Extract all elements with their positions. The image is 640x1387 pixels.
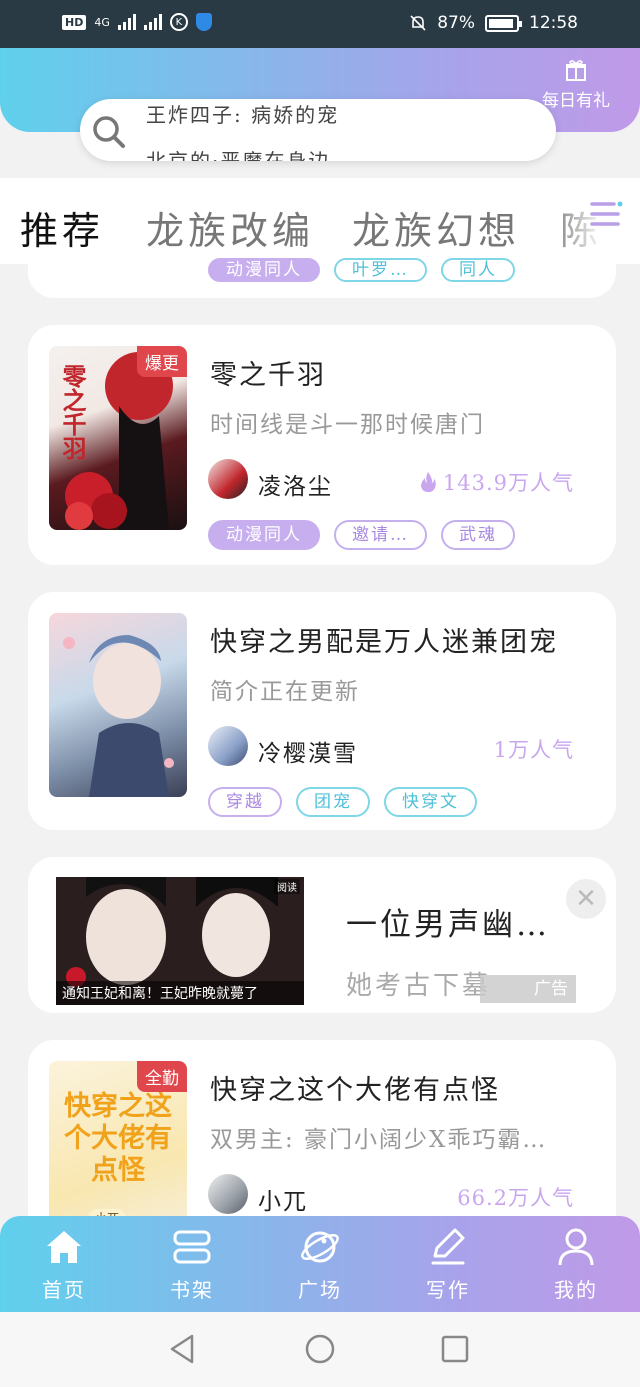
cover-title: 零之千羽 <box>58 364 87 460</box>
nav-plaza-label: 广场 <box>298 1278 342 1302</box>
daily-gift-button[interactable]: 每日有礼 <box>528 58 624 111</box>
search-icon <box>93 116 125 148</box>
status-bar: HD 4G K 87% 12:58 <box>0 0 640 48</box>
ad-card[interactable]: 阅读 通知王妃和离！王妃昨晚就薨了 一位男声幽… 她考古下墓 ✕ 广告 <box>28 857 616 1013</box>
back-icon[interactable] <box>166 1332 200 1366</box>
book-cover[interactable] <box>49 613 187 797</box>
battery-percent: 87% <box>437 13 475 33</box>
author-avatar[interactable] <box>208 459 248 499</box>
bottom-nav: 首页 书架 广场 写作 我的 <box>0 1216 640 1312</box>
network-type: 4G <box>94 15 110 29</box>
mute-bell-icon <box>410 15 426 31</box>
signal-icon-2 <box>143 14 162 30</box>
popularity: 66.2万人气 <box>457 1182 574 1212</box>
nav-write-label: 写作 <box>426 1278 470 1302</box>
ad-title: 一位男声幽… <box>346 907 550 943</box>
popularity: 1万人气 <box>494 734 574 764</box>
gift-icon <box>566 60 586 81</box>
nav-profile-label: 我的 <box>554 1278 598 1302</box>
user-icon <box>558 1228 594 1266</box>
daily-gift-label: 每日有礼 <box>542 91 610 111</box>
author-name[interactable]: 小兀 <box>258 1182 308 1216</box>
bookshelf-icon <box>173 1230 211 1264</box>
ad-description: 她考古下墓 <box>346 971 492 1001</box>
system-navigation <box>0 1312 640 1387</box>
clock: 12:58 <box>529 13 578 33</box>
book-tags: 动漫同人 邀请… 武魂 <box>208 520 515 550</box>
book-cover[interactable]: 零之千羽 爆更 <box>49 346 187 530</box>
book-title: 零之千羽 <box>210 360 326 391</box>
nav-write[interactable]: 写作 <box>398 1226 498 1303</box>
nav-home-label: 首页 <box>42 1278 86 1302</box>
author-name[interactable]: 冷樱漠雪 <box>258 734 358 768</box>
book-title: 快穿之男配是万人迷兼团宠 <box>210 627 558 658</box>
search-bar[interactable]: 王炸四子: 病娇的宠 北京的·恶魔在身边 <box>80 99 556 161</box>
update-badge: 爆更 <box>137 346 187 377</box>
book-card[interactable]: 快穿之这个大佬有点怪 小兀 全勤 快穿之这个大佬有点怪 双男主: 豪门小阔少X乖… <box>28 1040 616 1245</box>
hd-indicator: HD <box>62 14 87 30</box>
ad-label: 广告 <box>480 975 576 1003</box>
home-icon <box>47 1231 81 1263</box>
book-title: 快穿之这个大佬有点怪 <box>210 1075 500 1106</box>
author-name[interactable]: 凌洛尘 <box>258 467 333 501</box>
author-avatar[interactable] <box>208 726 248 766</box>
book-description: 时间线是斗一那时候唐门 <box>210 412 485 438</box>
popularity: 143.9万人气 <box>419 467 574 497</box>
ad-image[interactable]: 阅读 通知王妃和离！王妃昨晚就薨了 <box>56 877 304 1005</box>
nav-bookshelf-label: 书架 <box>170 1278 214 1302</box>
tag[interactable]: 同人 <box>441 258 515 282</box>
battery-icon <box>485 14 522 32</box>
tag[interactable]: 动漫同人 <box>208 258 320 282</box>
flame-icon <box>420 472 436 493</box>
planet-icon <box>301 1231 339 1263</box>
nav-bookshelf[interactable]: 书架 <box>142 1226 242 1303</box>
tag[interactable]: 快穿文 <box>384 787 477 817</box>
book-description: 简介正在更新 <box>210 679 360 705</box>
book-tags: 穿越 团宠 快穿文 <box>208 787 477 817</box>
pen-icon <box>431 1228 465 1265</box>
nav-plaza[interactable]: 广场 <box>270 1226 370 1303</box>
ad-image-tag: 阅读 <box>274 879 300 894</box>
nav-home[interactable]: 首页 <box>14 1226 114 1303</box>
ad-close-icon[interactable]: ✕ <box>566 879 606 919</box>
update-badge: 全勤 <box>137 1061 187 1092</box>
book-card[interactable]: 零之千羽 爆更 零之千羽 时间线是斗一那时候唐门 凌洛尘 143.9万人气 动漫… <box>28 325 616 565</box>
popularity-value: 1万人气 <box>493 738 574 762</box>
nav-profile[interactable]: 我的 <box>526 1226 626 1303</box>
status-left: HD 4G K <box>62 13 212 31</box>
ad-image-caption: 通知王妃和离！王妃昨晚就薨了 <box>62 986 258 1002</box>
book-card-partial[interactable]: 动漫同人 叶罗… 同人 <box>28 252 616 298</box>
status-right: 87% 12:58 <box>409 13 578 33</box>
cover-art <box>63 635 174 797</box>
book-tags: 动漫同人 叶罗… 同人 <box>208 258 515 282</box>
tag[interactable]: 动漫同人 <box>208 520 320 550</box>
tab-recommend[interactable]: 推荐 <box>20 200 104 255</box>
tag[interactable]: 武魂 <box>441 520 515 550</box>
recents-icon[interactable] <box>438 1332 472 1366</box>
book-card[interactable]: 快穿之男配是万人迷兼团宠 简介正在更新 冷樱漠雪 1万人气 穿越 团宠 快穿文 <box>28 592 616 830</box>
book-description: 双男主: 豪门小阔少X乖巧霸… <box>210 1127 548 1153</box>
tab-dragon-adapt[interactable]: 龙族改编 <box>146 200 314 255</box>
cover-title: 快穿之这个大佬有点怪 <box>64 1091 172 1186</box>
tag[interactable]: 穿越 <box>208 787 282 817</box>
home-circle-icon[interactable] <box>303 1332 337 1366</box>
author-avatar[interactable] <box>208 1174 248 1214</box>
signal-icon <box>117 14 136 30</box>
k-icon: K <box>169 13 188 31</box>
tag[interactable]: 团宠 <box>296 787 370 817</box>
shield-icon <box>195 13 212 31</box>
tag[interactable]: 叶罗… <box>334 258 427 282</box>
search-hint-current: 王炸四子: 病娇的宠 <box>146 103 340 127</box>
tag[interactable]: 邀请… <box>334 520 427 550</box>
popularity-value: 66.2万人气 <box>457 1186 574 1210</box>
category-menu-icon[interactable] <box>588 196 624 232</box>
popularity-value: 143.9万人气 <box>442 471 574 495</box>
search-hint-next: 北京的·恶魔在身边 <box>146 149 331 161</box>
tab-dragon-fantasy[interactable]: 龙族幻想 <box>352 200 520 255</box>
